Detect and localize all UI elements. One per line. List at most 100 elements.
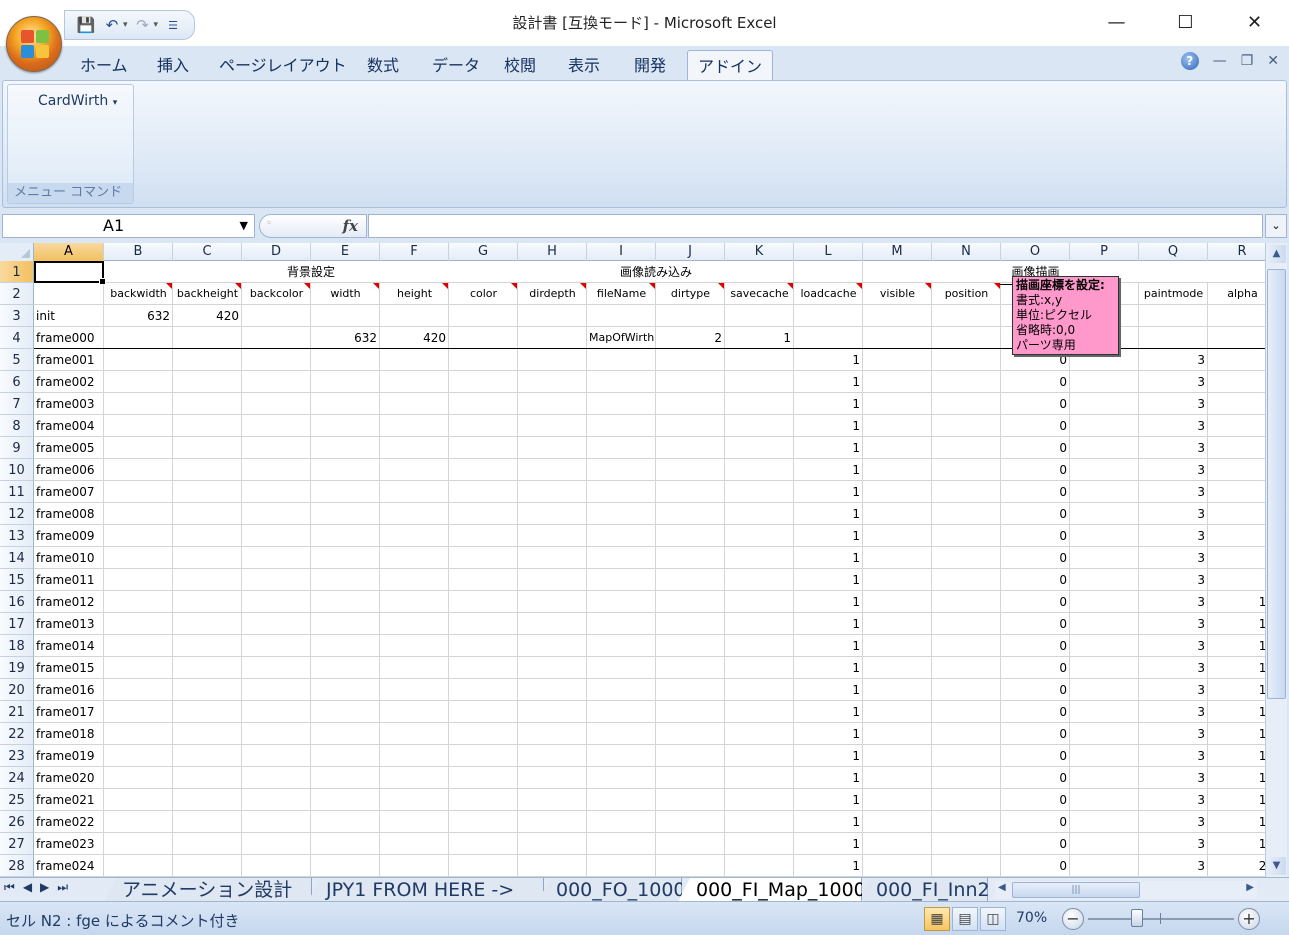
cell[interactable]: 19 xyxy=(1208,833,1265,855)
cell[interactable]: frame012 xyxy=(34,591,104,613)
workbook-minimize-icon[interactable]: — xyxy=(1213,53,1227,69)
cell[interactable]: 1 xyxy=(794,525,863,547)
sheet-tab[interactable]: 000_FI_Inn2 xyxy=(858,878,988,902)
cell[interactable] xyxy=(1208,349,1265,371)
row-header[interactable]: 15 xyxy=(0,569,34,591)
expand-formula-bar-icon[interactable]: ⌄ xyxy=(1265,214,1287,238)
select-all-corner[interactable] xyxy=(0,243,34,261)
close-icon[interactable]: ✕ xyxy=(1220,0,1289,44)
cell[interactable]: init xyxy=(34,305,104,327)
cell[interactable]: 3 xyxy=(1139,767,1208,789)
cell[interactable]: 1 xyxy=(794,481,863,503)
cell[interactable]: 1 xyxy=(794,679,863,701)
customize-qat-icon[interactable]: ☰ xyxy=(162,14,184,36)
cell[interactable]: 6 xyxy=(1208,481,1265,503)
cell[interactable]: 0 xyxy=(1001,437,1070,459)
cell[interactable]: 20 xyxy=(1208,855,1265,877)
workbook-close-icon[interactable]: ✕ xyxy=(1267,53,1279,69)
cell[interactable]: frame019 xyxy=(34,745,104,767)
cell[interactable]: 1 xyxy=(794,459,863,481)
cell[interactable]: 1 xyxy=(794,745,863,767)
cell[interactable]: 1 xyxy=(794,591,863,613)
field-header[interactable]: color xyxy=(449,283,518,305)
row-header[interactable]: 12 xyxy=(0,503,34,525)
field-header[interactable]: height xyxy=(380,283,449,305)
cell[interactable]: 2 xyxy=(1208,393,1265,415)
cell[interactable]: 5 xyxy=(1208,459,1265,481)
cell[interactable]: 6 xyxy=(1208,503,1265,525)
cell[interactable]: 1 xyxy=(794,613,863,635)
row-header[interactable]: 26 xyxy=(0,811,34,833)
row-header[interactable]: 4 xyxy=(0,327,34,349)
cell[interactable]: 1 xyxy=(794,833,863,855)
cell[interactable]: 3 xyxy=(1208,415,1265,437)
column-header[interactable]: P xyxy=(1070,243,1139,261)
sheet-tab[interactable]: アニメーション設計書 xyxy=(104,878,312,902)
cell[interactable]: 0 xyxy=(1001,701,1070,723)
column-header[interactable]: C xyxy=(173,243,242,261)
column-header[interactable]: F xyxy=(380,243,449,261)
row-header[interactable]: 5 xyxy=(0,349,34,371)
cell[interactable]: 0 xyxy=(1001,613,1070,635)
tab-page-layout[interactable]: ページレイアウト xyxy=(209,50,357,82)
sheet-tab[interactable]: JPY1 FROM HERE -> xyxy=(308,878,544,902)
column-header[interactable]: N xyxy=(932,243,1001,261)
row-header[interactable]: 11 xyxy=(0,481,34,503)
cell[interactable]: 1 xyxy=(794,349,863,371)
cell[interactable]: frame008 xyxy=(34,503,104,525)
row-header[interactable]: 16 xyxy=(0,591,34,613)
cell[interactable]: 1 xyxy=(794,503,863,525)
cell[interactable]: 13 xyxy=(1208,679,1265,701)
cell[interactable]: 3 xyxy=(1139,855,1208,877)
cell[interactable]: 0 xyxy=(1001,767,1070,789)
save-icon[interactable]: 💾 xyxy=(75,14,97,36)
cell[interactable]: 15 xyxy=(1208,723,1265,745)
zoom-slider-track[interactable] xyxy=(1088,918,1234,920)
column-header[interactable]: K xyxy=(725,243,794,261)
row-header[interactable]: 13 xyxy=(0,525,34,547)
cell[interactable]: 3 xyxy=(1139,789,1208,811)
field-header[interactable]: backheight xyxy=(173,283,242,305)
cell[interactable]: 1 xyxy=(794,437,863,459)
cell[interactable]: 1 xyxy=(725,327,794,349)
redo-dropdown-icon[interactable]: ▾ xyxy=(154,20,159,30)
column-header[interactable]: R xyxy=(1208,243,1265,261)
field-header[interactable]: dirtype xyxy=(656,283,725,305)
insert-function-button[interactable]: ◦ fx xyxy=(259,214,367,238)
cell[interactable]: 3 xyxy=(1139,415,1208,437)
cell[interactable]: 3 xyxy=(1139,679,1208,701)
tab-home[interactable]: ホーム xyxy=(70,50,138,82)
cell[interactable]: 1 xyxy=(794,393,863,415)
cell[interactable]: 0 xyxy=(1001,371,1070,393)
cell[interactable]: 3 xyxy=(1139,569,1208,591)
cell[interactable]: 3 xyxy=(1139,745,1208,767)
cell[interactable]: frame001 xyxy=(34,349,104,371)
cell[interactable]: 420 xyxy=(380,327,449,349)
field-header[interactable]: backcolor xyxy=(242,283,311,305)
cell[interactable]: 0 xyxy=(1001,833,1070,855)
cell[interactable]: 0 xyxy=(1001,811,1070,833)
cell[interactable]: frame006 xyxy=(34,459,104,481)
tab-developer[interactable]: 開発 xyxy=(624,50,676,82)
cell[interactable]: 0 xyxy=(1001,723,1070,745)
cell[interactable]: 0 xyxy=(1001,635,1070,657)
cell[interactable]: 3 xyxy=(1139,833,1208,855)
sheet-tab[interactable]: 000_FO_1000 xyxy=(538,878,682,902)
cell[interactable]: 3 xyxy=(1139,393,1208,415)
header-group-image-load[interactable]: 画像読み込み xyxy=(518,261,794,283)
field-header[interactable]: width xyxy=(311,283,380,305)
cell[interactable]: 3 xyxy=(1139,459,1208,481)
row-header[interactable]: 14 xyxy=(0,547,34,569)
cardwirth-menu-button[interactable]: CardWirth ▾ xyxy=(38,93,117,109)
cell[interactable]: 9 xyxy=(1208,569,1265,591)
row-header[interactable]: 2 xyxy=(0,283,34,305)
cell[interactable]: frame002 xyxy=(34,371,104,393)
cell[interactable]: frame013 xyxy=(34,613,104,635)
next-sheet-icon[interactable]: ▶ xyxy=(40,880,49,895)
cell[interactable]: 3 xyxy=(1139,525,1208,547)
cell[interactable]: 3 xyxy=(1139,349,1208,371)
row-header[interactable]: 17 xyxy=(0,613,34,635)
zoom-in-icon[interactable]: + xyxy=(1238,908,1260,930)
field-header[interactable]: visible xyxy=(863,283,932,305)
cell[interactable]: 1 xyxy=(794,723,863,745)
